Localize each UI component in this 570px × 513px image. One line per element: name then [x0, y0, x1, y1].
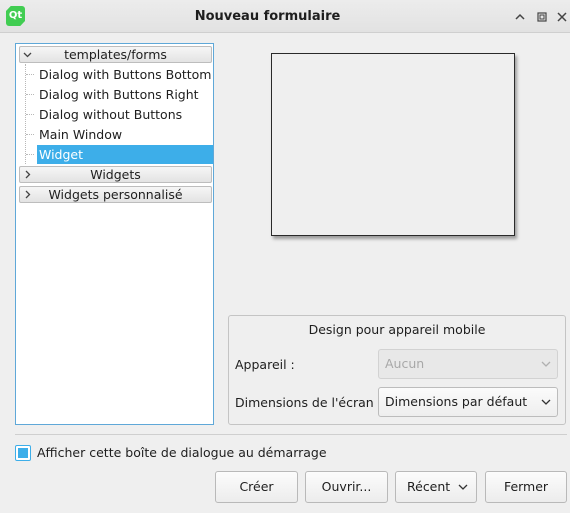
- device-label: Appareil :: [235, 357, 295, 372]
- chevron-down-icon: [541, 399, 551, 405]
- tree-guide-line: [26, 94, 34, 95]
- group-widgets[interactable]: Widgets: [19, 166, 212, 183]
- group-templates-forms[interactable]: templates/forms: [19, 46, 212, 63]
- device-select-value: Aucun: [385, 356, 425, 371]
- close-icon[interactable]: [553, 8, 570, 26]
- tree-guide-line: [26, 134, 34, 135]
- template-preview: [271, 53, 515, 236]
- maximize-icon[interactable]: [533, 8, 551, 26]
- window-title: Nouveau formulaire: [194, 9, 341, 24]
- template-item-widget[interactable]: Widget: [37, 145, 213, 164]
- group-label: Widgets: [90, 167, 141, 182]
- separator: [15, 434, 567, 435]
- screen-size-select-value: Dimensions par défaut: [385, 394, 528, 409]
- chevron-down-icon: [23, 52, 32, 58]
- template-item-dialog-buttons-bottom[interactable]: Dialog with Buttons Bottom: [37, 65, 213, 84]
- mobile-design-title: Design pour appareil mobile: [308, 322, 486, 337]
- keep-above-icon[interactable]: [511, 8, 529, 26]
- screen-size-label: Dimensions de l'écran :: [235, 395, 382, 410]
- template-item-dialog-buttons-right[interactable]: Dialog with Buttons Right: [37, 85, 213, 104]
- create-button[interactable]: Créer: [215, 471, 298, 503]
- tree-guide-line: [26, 154, 34, 155]
- checkbox-checked-indicator: [18, 448, 28, 458]
- title-bar[interactable]: Qt Nouveau formulaire: [0, 0, 570, 33]
- chevron-down-icon: [541, 361, 551, 367]
- device-select: Aucun: [378, 349, 558, 379]
- group-label: Widgets personnalisé: [48, 187, 183, 202]
- mobile-design-group: Design pour appareil mobile Appareil : A…: [228, 315, 566, 425]
- chevron-right-icon: [25, 170, 31, 179]
- template-tree[interactable]: templates/forms Dialog with Buttons Bott…: [15, 43, 214, 425]
- chevron-right-icon: [25, 190, 31, 199]
- close-button[interactable]: Fermer: [485, 471, 567, 503]
- group-label: templates/forms: [64, 47, 167, 62]
- tree-guide-line: [26, 74, 34, 75]
- recent-button-label: Récent: [407, 479, 451, 494]
- template-item-main-window[interactable]: Main Window: [37, 125, 213, 144]
- open-button[interactable]: Ouvrir...: [305, 471, 388, 503]
- template-item-dialog-without-buttons[interactable]: Dialog without Buttons: [37, 105, 213, 124]
- tree-guide-line: [26, 114, 34, 115]
- chevron-down-icon: [458, 484, 468, 490]
- screen-size-select[interactable]: Dimensions par défaut: [378, 387, 558, 417]
- recent-button[interactable]: Récent: [395, 471, 477, 503]
- show-at-startup-label[interactable]: Afficher cette boîte de dialogue au déma…: [37, 445, 327, 460]
- show-at-startup-checkbox[interactable]: [15, 445, 31, 461]
- group-custom-widgets[interactable]: Widgets personnalisé: [19, 186, 212, 203]
